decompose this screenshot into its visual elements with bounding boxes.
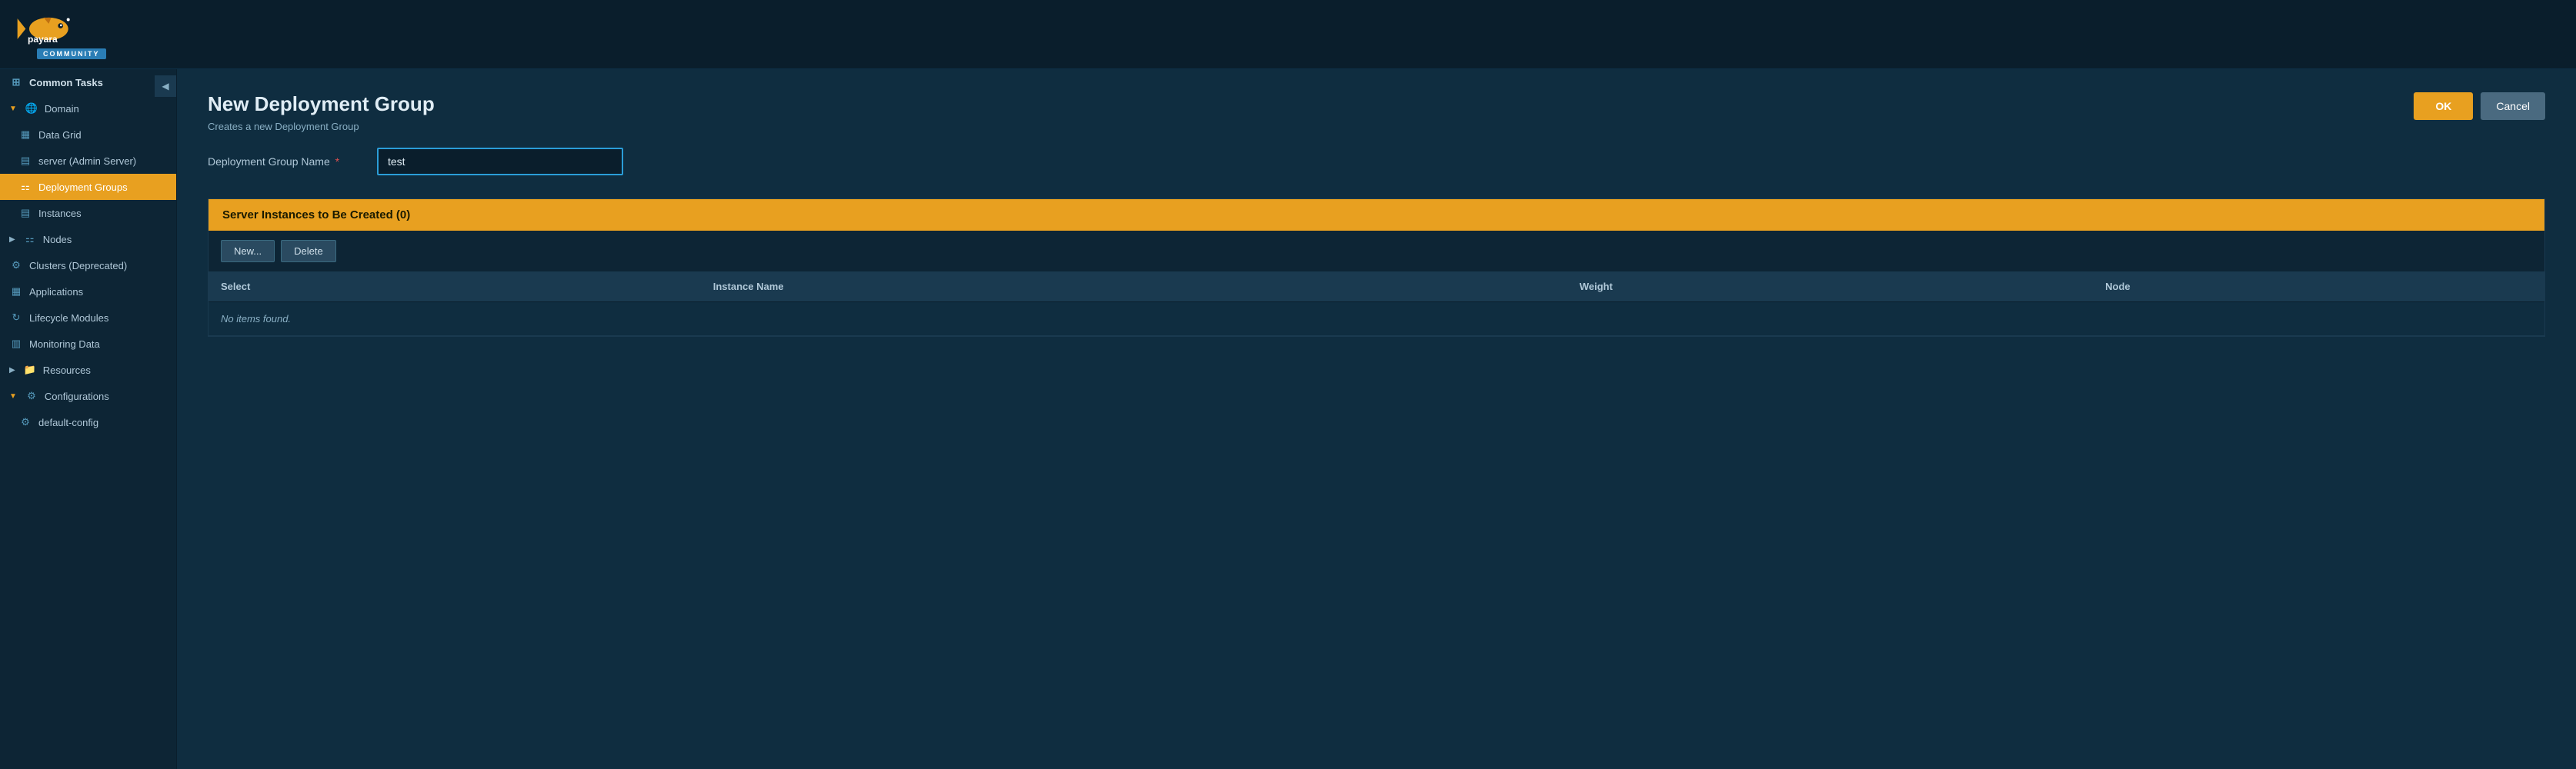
content-area: New Deployment Group Creates a new Deplo… xyxy=(177,69,2576,769)
instances-icon: ▤ xyxy=(18,206,32,220)
chevron-right-icon: ▶ xyxy=(9,235,15,244)
applications-icon: ▦ xyxy=(9,285,23,298)
data-grid-icon: ▦ xyxy=(18,128,32,141)
deployment-groups-icon: ⚏ xyxy=(18,180,32,194)
col-header-node: Node xyxy=(2093,271,2544,302)
no-items-message: No items found. xyxy=(209,302,2544,336)
chevron-down-icon-config: ▼ xyxy=(9,392,17,401)
sidebar-item-deployment-groups[interactable]: ⚏ Deployment Groups xyxy=(0,174,176,200)
cancel-button[interactable]: Cancel xyxy=(2481,92,2545,120)
grid-icon: ⊞ xyxy=(9,75,23,89)
sidebar-item-clusters[interactable]: ⚙ Clusters (Deprecated) xyxy=(0,252,176,278)
globe-icon: 🌐 xyxy=(25,102,38,115)
sidebar-item-server[interactable]: ▤ server (Admin Server) xyxy=(0,148,176,174)
table-header-row: Select Instance Name Weight Node xyxy=(209,271,2544,302)
content-header: New Deployment Group Creates a new Deplo… xyxy=(208,92,2545,132)
server-icon: ▤ xyxy=(18,154,32,168)
group-name-label: Deployment Group Name * xyxy=(208,155,377,168)
sidebar-item-domain[interactable]: ▼ 🌐 Domain xyxy=(0,95,176,122)
sidebar-item-monitoring-data[interactable]: ▥ Monitoring Data xyxy=(0,331,176,357)
logo-area: payara COMMUNITY xyxy=(15,9,106,59)
col-header-select: Select xyxy=(209,271,701,302)
group-name-input[interactable] xyxy=(377,148,623,175)
sidebar-item-common-tasks[interactable]: ⊞ Common Tasks xyxy=(0,69,176,95)
app-header: payara COMMUNITY xyxy=(0,0,2576,69)
header-buttons: OK Cancel xyxy=(2414,92,2545,120)
main-layout: ◀ ⊞ Common Tasks ▼ 🌐 Domain ▦ Data Grid … xyxy=(0,69,2576,769)
community-badge: COMMUNITY xyxy=(37,48,106,59)
svg-text:payara: payara xyxy=(28,34,58,45)
payara-logo: payara xyxy=(15,9,77,52)
sidebar-item-instances[interactable]: ▤ Instances xyxy=(0,200,176,226)
sidebar: ◀ ⊞ Common Tasks ▼ 🌐 Domain ▦ Data Grid … xyxy=(0,69,177,769)
clusters-icon: ⚙ xyxy=(9,258,23,272)
sidebar-item-nodes[interactable]: ▶ ⚏ Nodes xyxy=(0,226,176,252)
table-empty-row: No items found. xyxy=(209,302,2544,336)
sidebar-item-data-grid[interactable]: ▦ Data Grid xyxy=(0,122,176,148)
required-indicator: * xyxy=(335,155,339,168)
sidebar-item-applications[interactable]: ▦ Applications xyxy=(0,278,176,305)
sidebar-item-lifecycle-modules[interactable]: ↻ Lifecycle Modules xyxy=(0,305,176,331)
form-row-group-name: Deployment Group Name * xyxy=(208,148,2545,175)
table-section-header: Server Instances to Be Created (0) xyxy=(209,199,2544,231)
instances-table: Select Instance Name Weight Node No item… xyxy=(209,271,2544,336)
chevron-down-icon: ▼ xyxy=(9,105,17,113)
resources-icon: 📁 xyxy=(23,363,37,377)
ok-button[interactable]: OK xyxy=(2414,92,2473,120)
chevron-right-icon-resources: ▶ xyxy=(9,366,15,375)
page-subtitle: Creates a new Deployment Group xyxy=(208,121,435,132)
table-actions: New... Delete xyxy=(209,231,2544,271)
page-title: New Deployment Group xyxy=(208,92,435,116)
default-config-icon: ⚙ xyxy=(18,415,32,429)
nodes-icon: ⚏ xyxy=(23,232,37,246)
sidebar-item-configurations[interactable]: ▼ ⚙ Configurations xyxy=(0,383,176,409)
monitor-icon: ▥ xyxy=(9,337,23,351)
server-instances-section: Server Instances to Be Created (0) New..… xyxy=(208,198,2545,337)
title-block: New Deployment Group Creates a new Deplo… xyxy=(208,92,435,132)
sidebar-item-default-config[interactable]: ⚙ default-config xyxy=(0,409,176,435)
lifecycle-icon: ↻ xyxy=(9,311,23,325)
new-instance-button[interactable]: New... xyxy=(221,240,275,262)
sidebar-item-resources[interactable]: ▶ 📁 Resources xyxy=(0,357,176,383)
col-header-instance-name: Instance Name xyxy=(701,271,1567,302)
configurations-icon: ⚙ xyxy=(25,389,38,403)
col-header-weight: Weight xyxy=(1567,271,2093,302)
sidebar-collapse-button[interactable]: ◀ xyxy=(155,75,176,97)
delete-instance-button[interactable]: Delete xyxy=(281,240,336,262)
